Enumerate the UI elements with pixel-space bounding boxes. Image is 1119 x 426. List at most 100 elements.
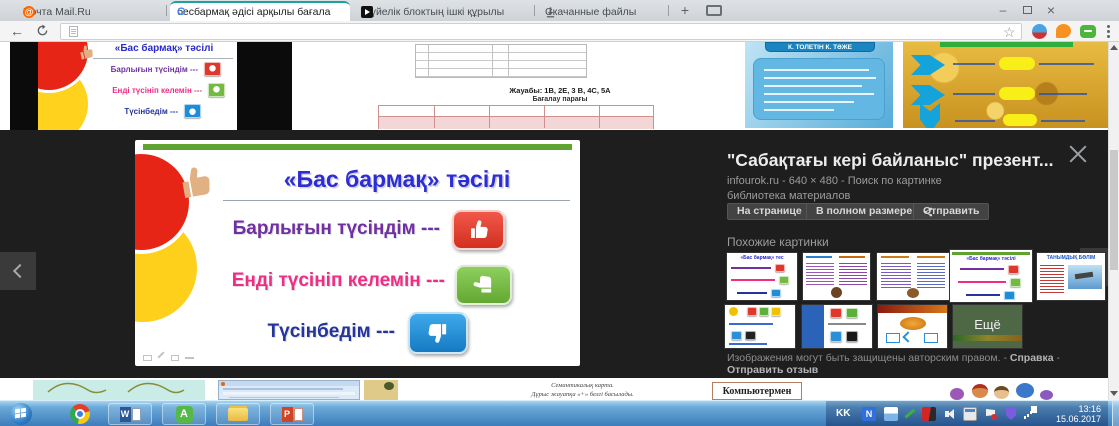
image-preview-overlay: «Бас бармақ» тәсілі Барлығын түсіндім --… — [0, 130, 1108, 378]
calendar-header — [965, 409, 975, 412]
show-desktop-button[interactable] — [1112, 401, 1119, 426]
tray-network-icon[interactable] — [1024, 407, 1038, 421]
system-tray: KK N 13:16 15.06.2017 — [826, 401, 1108, 426]
tray-pencil-icon[interactable] — [903, 407, 917, 421]
mini-icon — [747, 307, 757, 316]
results-bottom-strip: Семантикалық карта. Дұрыс жауапқа «+» бе… — [0, 378, 1108, 400]
start-button[interactable] — [10, 403, 32, 425]
similar-image-1[interactable]: «Бас бармақ» тес — [727, 253, 797, 300]
result-thumbnail-office-window[interactable] — [218, 380, 360, 400]
tray-volume-icon[interactable] — [944, 407, 958, 421]
slide-title: «Бас бармақ» тәсілі — [283, 166, 511, 192]
new-tab-button[interactable]: + — [676, 2, 694, 19]
preview-image[interactable]: «Бас бармақ» тәсілі Барлығын түсіндім --… — [135, 140, 580, 366]
similar-image-8[interactable] — [878, 305, 947, 348]
view-full-size-button[interactable]: В полном размере — [806, 203, 923, 220]
similar-image-3[interactable] — [877, 253, 950, 300]
browser-menu-icon[interactable] — [1106, 24, 1110, 38]
thumb-photo-icon — [166, 158, 225, 208]
table-line — [544, 106, 545, 128]
result-title[interactable]: "Сабақтағы кері байланыс" презент... — [727, 150, 1072, 171]
tab-video[interactable]: Жүйелік блоктың ішкі құрылы — [354, 3, 532, 21]
mini-icon — [846, 308, 858, 318]
similar-image-5[interactable]: ТАНЫМДЫҚ БӨЛІМ — [1037, 253, 1105, 300]
thumb-up-icon — [452, 210, 505, 250]
decor-line — [229, 397, 339, 398]
decor-node — [924, 333, 938, 343]
computer-box[interactable]: Компьютермен — [712, 382, 802, 400]
extension-chat-icon[interactable] — [1056, 24, 1071, 38]
minimize-button[interactable]: – — [992, 0, 1014, 20]
explorer-taskbar-button[interactable] — [216, 403, 260, 425]
bookmark-star-icon[interactable]: ☆ — [1003, 24, 1016, 41]
share-icon — [923, 207, 933, 216]
mini-icon — [771, 307, 781, 316]
result-thumbnail-blue-slide[interactable]: К. ТОЛЕТІН К. ТӘЖЕ — [745, 42, 893, 128]
mini-icon — [830, 308, 842, 318]
tray-flag-red-icon[interactable] — [922, 407, 936, 421]
language-indicator[interactable]: KK — [836, 408, 850, 419]
back-button[interactable]: ← — [10, 23, 24, 39]
powerpoint-taskbar-button[interactable]: P — [270, 403, 314, 425]
tab-downloads[interactable]: Скачанные файлы — [538, 3, 662, 21]
close-window-button[interactable]: × — [1040, 0, 1062, 20]
amigo-taskbar-button[interactable]: A — [162, 403, 206, 425]
decor-line — [881, 256, 909, 258]
result-thumbnail-sand[interactable] — [364, 380, 398, 400]
tab-title: Жүйелік блоктың ішкі құрылы — [361, 6, 505, 18]
address-bar[interactable]: ☆ — [60, 23, 1022, 40]
reload-button[interactable] — [36, 24, 49, 42]
result-thumbnail-autumn-slide[interactable] — [903, 42, 1108, 128]
similar-image-4-selected[interactable]: «Бас бармақ» тәсілі — [950, 250, 1032, 302]
word-taskbar-button[interactable]: W — [108, 403, 152, 425]
mini-score-table — [378, 105, 654, 129]
visit-page-button[interactable]: На странице — [727, 203, 812, 220]
page-scrollbar[interactable] — [1108, 42, 1119, 400]
similar-image-6[interactable] — [725, 305, 795, 348]
tray-shield-icon[interactable] — [1004, 407, 1018, 421]
decor-line — [960, 268, 1004, 270]
result-thumbnail-swirl[interactable] — [33, 380, 205, 400]
share-button[interactable]: Отправить — [913, 203, 990, 220]
result-thumbnail-cartoon-kids[interactable] — [948, 382, 1066, 400]
result-meta[interactable]: infourok.ru - 640 × 480 - Поиск по карти… — [727, 175, 942, 187]
tab-mailru[interactable]: @ Почта Mail.Ru — [16, 3, 164, 21]
result-thumbnail-slide[interactable]: «Бас бармақ» тәсілі Барлығын түсіндім --… — [38, 42, 237, 130]
decor-line — [764, 69, 869, 71]
clock-date[interactable]: 15.06.2017 — [1041, 414, 1101, 424]
tab-google-search[interactable]: G бесбармақ әдісі арқылы бағала — [170, 1, 350, 21]
tray-messenger-icon[interactable] — [884, 407, 898, 421]
scroll-down-arrow[interactable] — [1110, 391, 1118, 396]
help-link[interactable]: Справка — [1010, 352, 1054, 364]
result-thumbnail-document[interactable]: Жауабы: 1В, 2Е, 3 В, 4С, 5А Бағалау пара… — [375, 42, 745, 130]
clock-time[interactable]: 13:16 — [1041, 404, 1101, 414]
thumb-caption: «Бас бармақ» тес — [740, 255, 784, 261]
windows-taskbar: W A P KK N 13:16 15.06.2017 — [0, 400, 1119, 426]
feedback-link[interactable]: Отправить отзыв — [727, 364, 818, 376]
tray-n-icon[interactable]: N — [862, 407, 876, 421]
extension-green-icon[interactable] — [1080, 25, 1096, 38]
mini-icon — [745, 331, 756, 340]
thumb-glyph — [471, 266, 497, 304]
page-icon — [69, 26, 78, 37]
tray-calendar-icon[interactable] — [963, 407, 977, 421]
scroll-up-arrow[interactable] — [1110, 45, 1118, 50]
scrollbar-thumb[interactable] — [1110, 150, 1118, 270]
maximize-button[interactable] — [1016, 0, 1038, 20]
similar-image-9-more[interactable]: Ещё — [953, 305, 1022, 348]
tab-list-icon[interactable] — [706, 5, 722, 16]
slide-line-1: Барлығын түсіндім --- — [232, 218, 440, 239]
thumb-caption: «Бас бармақ» тәсілі — [966, 256, 1016, 262]
chrome-taskbar-icon[interactable] — [70, 404, 90, 424]
similar-image-7[interactable] — [802, 305, 872, 348]
previous-image-button[interactable] — [0, 252, 36, 290]
table-line — [492, 45, 493, 77]
result-thumbnail-caption-card[interactable]: Семантикалық карта. Дұрыс жауапқа «+» бе… — [420, 380, 745, 400]
tab-title: Скачанные файлы — [545, 6, 637, 18]
similar-image-2[interactable] — [803, 253, 870, 300]
table-line — [508, 45, 509, 77]
tray-action-center-icon[interactable] — [984, 407, 998, 421]
decor-line — [958, 281, 1006, 283]
decor-line — [731, 267, 771, 269]
extension-icon-1[interactable] — [1032, 24, 1047, 39]
